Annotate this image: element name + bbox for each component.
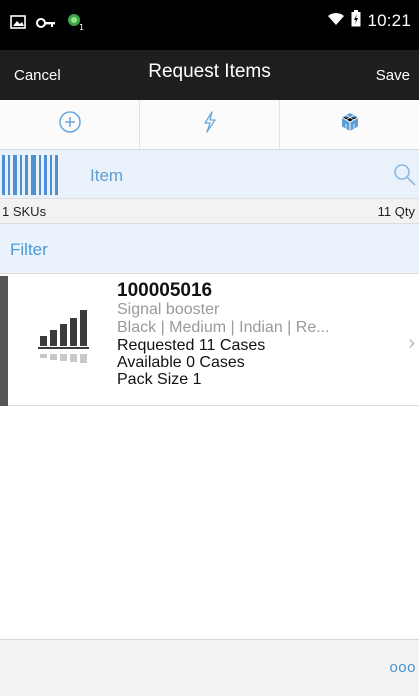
more-options-button[interactable]: ooo (389, 659, 416, 676)
scan-item-label: Item (90, 166, 124, 185)
page-title: Request Items (148, 61, 271, 82)
wifi-icon (327, 11, 345, 31)
phone-screen: 1 10:21 Cancel Request Items Save Item 1… (0, 0, 419, 696)
item-attributes: Black | Medium | Indian | Re... (117, 319, 330, 336)
item-pack-size: Pack Size 1 (117, 371, 202, 388)
add-item-button[interactable] (0, 100, 140, 149)
status-time: 10:21 (367, 11, 411, 30)
svg-text:1: 1 (79, 23, 84, 32)
barcode-icon (0, 153, 60, 202)
item-available: Available 0 Cases (117, 354, 245, 371)
summary-row: 1 SKUs 11 Qty (0, 198, 419, 224)
status-right-icons: 10:21 (327, 10, 411, 32)
scan-row[interactable]: Item (0, 150, 419, 198)
item-description: Signal booster (117, 301, 220, 318)
add-circle-icon (58, 110, 82, 139)
filter-button[interactable]: Filter (10, 240, 48, 260)
list-item[interactable]: 100005016 Signal booster Black | Medium … (0, 276, 419, 406)
item-requested: Requested 11 Cases (117, 337, 266, 354)
filter-row[interactable]: Filter (0, 224, 419, 274)
image-icon (10, 15, 26, 34)
key-icon (36, 16, 56, 34)
lightning-icon (202, 111, 218, 138)
android-badge-icon: 1 (66, 12, 86, 37)
cube-icon (339, 111, 361, 138)
battery-icon (351, 10, 361, 32)
search-icon[interactable] (393, 163, 417, 192)
save-button[interactable]: Save (376, 67, 410, 84)
sku-count: 1 SKUs (2, 204, 47, 219)
toolbar (0, 100, 419, 150)
chevron-right-icon: › (408, 332, 415, 354)
action-bar: Cancel Request Items Save (0, 50, 419, 100)
status-left-icons: 1 (10, 12, 86, 37)
item-details: 100005016 Signal booster Black | Medium … (117, 280, 387, 388)
item-id: 100005016 (117, 280, 213, 301)
item-list: 100005016 Signal booster Black | Medium … (0, 276, 419, 406)
signal-bars-icon (30, 302, 100, 372)
item-status-bar (0, 276, 8, 406)
status-bar: 1 10:21 (0, 0, 419, 50)
footer-bar: ooo (0, 639, 419, 696)
quick-action-button[interactable] (140, 100, 280, 149)
total-qty: 11 Qty (377, 204, 415, 219)
pack-button[interactable] (280, 100, 419, 149)
